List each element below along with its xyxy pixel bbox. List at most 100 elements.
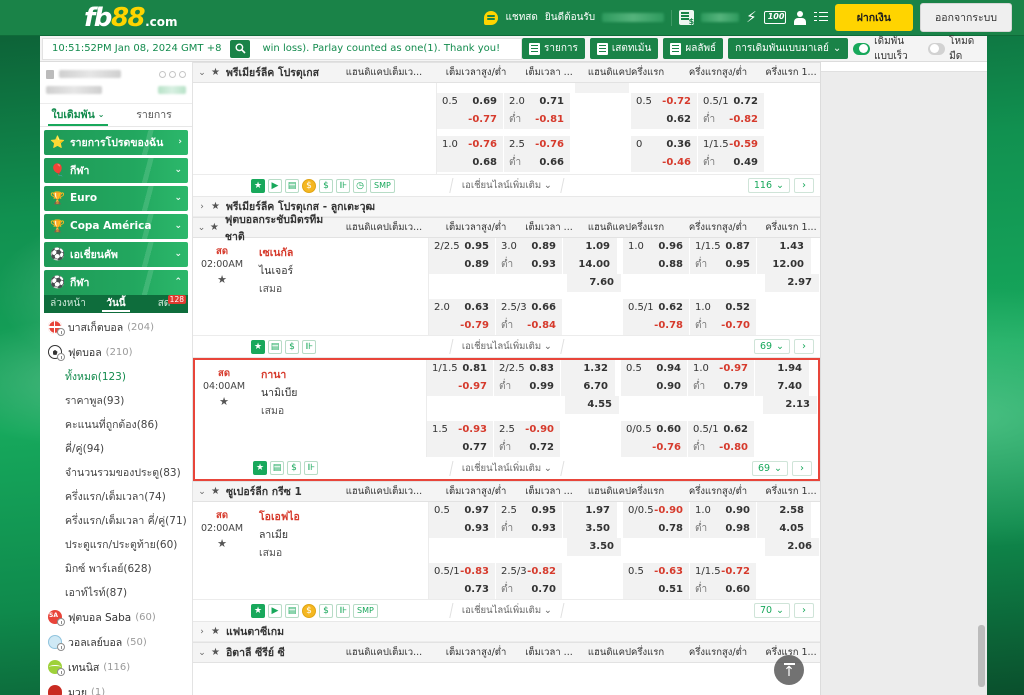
home-team[interactable]: โอเอฟไอ — [259, 508, 428, 526]
stats-icon[interactable]: ⊪ — [304, 461, 318, 475]
page-size-select[interactable]: 69 ⌄ — [753, 339, 790, 354]
odds-cell-ou-1h[interactable]: ต่ำ -0.70 — [690, 316, 756, 335]
league-header-collapsed[interactable]: › ★ แฟนตาซีเกม — [193, 622, 820, 642]
odds-cell-ou-ft[interactable]: 2.5 -0.90 — [494, 420, 560, 439]
football-sub-half-full[interactable]: ครึ่งแรก/เต็มเวลา (74) — [40, 485, 192, 509]
next-page-button[interactable]: › — [792, 460, 812, 476]
smp-icon[interactable]: SMP — [353, 603, 378, 618]
user-icon[interactable] — [793, 10, 807, 25]
star-icon[interactable]: ★ — [211, 486, 220, 497]
odds-cell-ml-ft[interactable]: 3.50 — [563, 519, 617, 538]
more-asian-lines-button[interactable]: เอเชี่ยนไลน์เพิ่มเติม ⌄ — [448, 460, 565, 476]
quick-bet-toggle[interactable]: เดิมพันแบบเร็ว — [853, 34, 923, 64]
page-size-select[interactable]: 116 ⌄ — [747, 178, 790, 193]
odds-cell-hdcp-1h[interactable]: 0.62 — [631, 110, 697, 129]
sidebar-item-euro[interactable]: 🏆 Euro ⌄ — [44, 185, 188, 211]
sidebar-item-asian-cup[interactable]: ⚽ เอเชี่ยนคัพ ⌄ — [44, 241, 188, 267]
sport-item-boxing[interactable]: มวย (1) — [40, 680, 192, 695]
odds-cell-hdcp-ft[interactable]: 2/2.5 0.95 — [429, 237, 495, 256]
sidebar-item-favorites[interactable]: ⭐ รายการโปรดของฉัน › — [44, 129, 188, 155]
odds-cell-hdcp-1h[interactable]: 0.90 — [621, 377, 687, 396]
chevron-down-icon[interactable]: ⌄ — [193, 648, 211, 658]
odds-cell-ml-1h[interactable]: 7.40 — [755, 377, 809, 396]
football-sub-mix-parlay[interactable]: มิกซ์ พาร์เลย์ (628) — [40, 557, 192, 581]
tab-today[interactable]: วันนี้ — [92, 295, 140, 313]
odds-cell-hdcp-ft[interactable]: 0.77 — [427, 438, 493, 457]
odds-cell-ou-1h[interactable]: 0.5/1 0.62 — [688, 420, 754, 439]
sport-item-volleyball[interactable]: วอลเลย์บอล (50) — [40, 630, 192, 655]
odds-cell-hdcp-ft[interactable]: 1.0 -0.76 — [437, 135, 503, 154]
odds-cell-ml-1h[interactable]: 1.43 — [757, 237, 811, 256]
star-icon[interactable]: ★ — [251, 603, 265, 618]
sport-item-saba-football[interactable]: ฟุตบอล Saba (60) — [40, 605, 192, 630]
odds-cell-ml-ft[interactable]: 6.70 — [561, 377, 615, 396]
odds-cell-ml-1h-draw[interactable]: 2.97 — [765, 273, 819, 292]
odds-cell-ou-1h[interactable]: ต่ำ 0.49 — [698, 153, 764, 172]
odds-cell-ou-1h[interactable]: 1.0 -0.97 — [688, 359, 754, 378]
odds-cell-ou-ft[interactable]: 3.0 0.89 — [496, 237, 562, 256]
next-page-button[interactable]: › — [794, 603, 814, 618]
odds-cell-hdcp-1h[interactable]: 0.78 — [623, 519, 689, 538]
odds-cell-ml-ft[interactable]: 14.00 — [563, 255, 617, 274]
odds-cell-hdcp-1h[interactable]: -0.76 — [621, 438, 687, 457]
odds-cell-ml-1h[interactable]: 1.94 — [755, 359, 809, 378]
odds-cell-ml-1h-draw[interactable]: 2.13 — [763, 395, 817, 414]
star-icon[interactable]: ★ — [251, 178, 265, 193]
menu-list-icon[interactable] — [813, 11, 828, 25]
dark-mode-toggle[interactable]: โหมดมืด — [927, 34, 979, 64]
clock-icon[interactable]: ◷ — [353, 178, 367, 193]
star-icon[interactable]: ★ — [211, 67, 220, 78]
lightning-icon[interactable]: ⚡ — [746, 10, 757, 25]
odds-cell-ou-1h[interactable]: ต่ำ 0.79 — [688, 377, 754, 396]
odds-cell-ou-1h[interactable]: 0.5/1 0.72 — [698, 92, 764, 111]
odds-cell-hdcp-1h[interactable]: 0.5 -0.63 — [623, 562, 689, 581]
chevron-down-icon[interactable]: ⌄ — [193, 68, 211, 78]
odds-cell-ou-1h[interactable]: ต่ำ -0.80 — [688, 438, 754, 457]
league-header[interactable]: ⌄ ★ พรีเมียร์ลีค โปรตุเกส แฮนดิแคปเต็มเว… — [193, 62, 820, 83]
dollar-icon[interactable]: $ — [319, 178, 333, 193]
football-sub-odd-even[interactable]: คี่/คู่ (94) — [40, 437, 192, 461]
odds-cell-ou-ft[interactable]: ต่ำ 0.99 — [494, 377, 560, 396]
board-icon[interactable]: ▤ — [285, 603, 299, 618]
sidebar-item-copa-america[interactable]: 🏆 Copa América ⌄ — [44, 213, 188, 239]
odds-cell-hdcp-1h[interactable]: 0.5 0.94 — [621, 359, 687, 378]
odds-cell-ou-1h[interactable]: 1/1.5 0.87 — [690, 237, 756, 256]
odds-cell-hdcp-1h[interactable]: 0/0.5 -0.90 — [623, 501, 689, 520]
odds-cell-hdcp-ft[interactable]: 0.5/1 -0.83 — [429, 562, 495, 581]
away-team[interactable]: ไนเจอร์ — [259, 262, 428, 280]
odds-cell-ou-ft[interactable]: ต่ำ 0.70 — [496, 580, 562, 599]
odds-cell-hdcp-ft[interactable]: 0.93 — [429, 519, 495, 538]
odds-cell-ou-1h[interactable]: 1.0 0.90 — [690, 501, 756, 520]
star-icon[interactable]: ★ — [211, 647, 220, 658]
deposit-button[interactable]: ฝากเงิน — [834, 4, 913, 31]
odds-cell-hdcp-1h[interactable]: 0.5 -0.72 — [631, 92, 697, 111]
coin-icon[interactable]: $ — [302, 603, 316, 618]
results-button[interactable]: ผลลัพธ์ — [663, 38, 724, 59]
list-button[interactable]: รายการ — [522, 38, 585, 59]
sidebar-item-sports-top[interactable]: 🎈 กีฬา ⌄ — [44, 157, 188, 183]
odds-cell-ou-ft[interactable]: ต่ำ 0.93 — [496, 255, 562, 274]
odds-cell-ou-1h[interactable]: ต่ำ 0.60 — [690, 580, 756, 599]
odds-cell-hdcp-ft[interactable]: -0.97 — [427, 377, 493, 396]
scroll-to-top-button[interactable] — [774, 655, 804, 685]
odds-cell-ou-ft[interactable]: 2/2.5 0.83 — [494, 359, 560, 378]
league-header[interactable]: ⌄ ★ อิตาลี ซีรีย์ ซี แฮนดิแคปเต็มเว... เ… — [193, 642, 820, 663]
coin-icon[interactable]: $ — [302, 178, 316, 193]
dollar-icon[interactable]: $ — [285, 339, 299, 354]
next-page-button[interactable]: › — [794, 339, 814, 354]
star-icon[interactable]: ★ — [253, 461, 267, 475]
board-icon[interactable]: ▤ — [268, 339, 282, 354]
star-icon[interactable]: ★ — [211, 201, 220, 212]
odds-cell-ml[interactable] — [575, 83, 629, 93]
league-header[interactable]: ⌄ ★ ซูเปอร์ลีก กรีซ 1 แฮนดิแคปเต็มเว... … — [193, 481, 820, 502]
football-sub-half-full-odd-even[interactable]: ครึ่งแรก/เต็มเวลา คี่/คู่ (71) — [40, 509, 192, 533]
stats-icon[interactable]: ⊪ — [336, 178, 350, 193]
odds-cell-hdcp-1h[interactable]: 0.51 — [623, 580, 689, 599]
football-sub-all[interactable]: ทั้งหมด (123) — [40, 365, 192, 389]
away-team[interactable]: ลาเมีย — [259, 526, 428, 544]
sidebar-item-sports[interactable]: ⚽ กีฬา ⌃ — [44, 269, 188, 295]
odds-cell-hdcp-1h[interactable]: -0.46 — [631, 153, 697, 172]
odds-cell-ou-1h[interactable]: ต่ำ 0.95 — [690, 255, 756, 274]
odds-cell-ou-1h[interactable]: ต่ำ 0.98 — [690, 519, 756, 538]
home-team[interactable]: เซเนกัล — [259, 244, 428, 262]
